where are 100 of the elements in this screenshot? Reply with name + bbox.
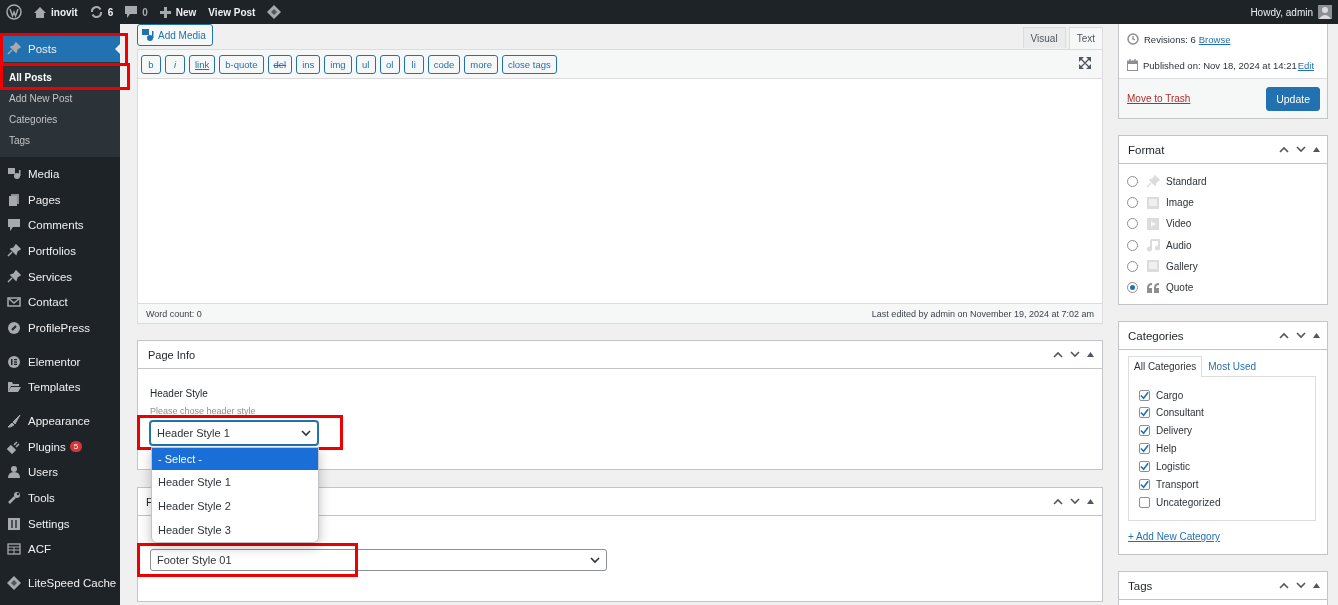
field-hint: Please chose header style bbox=[150, 406, 256, 416]
dropdown-option[interactable]: Header Style 1 bbox=[152, 470, 318, 494]
quicktag-button[interactable]: code bbox=[427, 54, 461, 74]
view-post-link[interactable]: View Post bbox=[208, 6, 256, 18]
menu-item[interactable]: Elementor bbox=[0, 348, 120, 375]
checkbox[interactable] bbox=[1139, 389, 1150, 401]
footer-style-select[interactable]: Footer Style 01 bbox=[150, 549, 607, 571]
submenu-item[interactable]: Tags bbox=[0, 130, 120, 151]
checkbox[interactable] bbox=[1139, 479, 1150, 490]
calendar-icon bbox=[1127, 59, 1138, 71]
menu-item[interactable]: Users bbox=[0, 459, 120, 486]
menu-item[interactable]: Tools bbox=[0, 485, 120, 511]
box-title: Format bbox=[1128, 143, 1165, 156]
quicktag-button[interactable]: ins bbox=[296, 54, 321, 74]
editor-tab[interactable]: Text bbox=[1068, 27, 1103, 49]
menu-item[interactable]: ProfilePress bbox=[0, 315, 120, 341]
chevron-down-icon bbox=[301, 429, 311, 437]
menu-label: Tools bbox=[28, 492, 55, 505]
diamond-icon bbox=[267, 5, 282, 19]
menu-label: Pages bbox=[28, 193, 61, 206]
triangle-up-icon bbox=[1313, 583, 1320, 589]
radio-label: Audio bbox=[1166, 239, 1192, 251]
menu-item[interactable]: Templates bbox=[0, 374, 120, 401]
last-edited-text: Last edited by admin on November 19, 2024 at 7:02 am bbox=[871, 308, 1094, 319]
menu-item[interactable]: ACF bbox=[0, 536, 120, 563]
quicktag-button[interactable]: del bbox=[267, 54, 293, 74]
box-title: Tags bbox=[1128, 579, 1153, 592]
update-button[interactable]: Update bbox=[1266, 86, 1320, 111]
menu-item[interactable]: Media bbox=[0, 161, 120, 187]
quicktag-button[interactable]: ul bbox=[355, 54, 376, 74]
quicktag-button[interactable]: link bbox=[189, 54, 216, 74]
quicktag-button[interactable]: ol bbox=[379, 54, 400, 74]
editor-tab[interactable]: Visual bbox=[1022, 27, 1066, 48]
menu-label: LiteSpeed Cache bbox=[28, 577, 117, 590]
menu-label: Portfolios bbox=[28, 244, 76, 257]
add-new-category-link[interactable]: + Add New Category bbox=[1128, 531, 1316, 543]
site-link[interactable]: inovit bbox=[51, 6, 78, 18]
dropdown-option[interactable]: Header Style 2 bbox=[152, 494, 318, 518]
menu-item[interactable]: Portfolios bbox=[0, 238, 120, 264]
triangle-up-icon bbox=[1087, 352, 1094, 357]
menu-label: Services bbox=[28, 270, 73, 283]
published-text: Published on: Nov 18, 2024 at 14:21 bbox=[1143, 59, 1297, 71]
badge-circle-icon bbox=[7, 320, 21, 335]
menu-item[interactable]: Comments bbox=[0, 212, 120, 239]
menu-item[interactable]: Posts bbox=[0, 36, 120, 62]
menu-item[interactable]: Pages bbox=[0, 186, 120, 213]
quicktag-button[interactable]: close tags bbox=[501, 54, 557, 74]
menu-item[interactable]: Settings bbox=[0, 510, 120, 537]
pin-icon bbox=[7, 269, 21, 284]
add-media-button[interactable]: Add Media bbox=[137, 24, 213, 46]
menu-item[interactable]: LiteSpeed Cache bbox=[0, 570, 120, 596]
menu-item[interactable]: Services bbox=[0, 263, 120, 290]
quicktag-button[interactable]: li bbox=[403, 54, 424, 74]
menu-item[interactable]: Appearance bbox=[0, 408, 120, 434]
count-badge: 5 bbox=[69, 441, 83, 453]
quicktag-button[interactable]: i bbox=[165, 54, 185, 74]
pin-icon bbox=[1146, 174, 1160, 189]
grid-icon bbox=[7, 542, 21, 557]
wrench-icon bbox=[7, 491, 21, 506]
edit-link[interactable]: Edit bbox=[1297, 59, 1315, 71]
submenu-item[interactable]: Add New Post bbox=[0, 88, 120, 109]
quicktag-button[interactable]: more bbox=[464, 54, 498, 74]
diamond-icon bbox=[7, 576, 21, 591]
box-title: Categories bbox=[1128, 329, 1184, 342]
chevron-down-icon bbox=[1296, 332, 1306, 340]
dropdown-option[interactable]: - Select - bbox=[152, 448, 318, 470]
video-icon bbox=[1146, 216, 1160, 231]
menu-label: Appearance bbox=[28, 415, 91, 428]
new-link[interactable]: New bbox=[175, 6, 197, 18]
field-label: Header Style bbox=[150, 388, 209, 399]
comments-count[interactable]: 0 bbox=[142, 6, 148, 18]
menu-item[interactable]: Plugins 5 bbox=[0, 433, 120, 460]
checkbox[interactable] bbox=[1139, 425, 1150, 437]
submenu-item[interactable]: Categories bbox=[0, 109, 120, 130]
greeting-link[interactable]: Howdy, admin bbox=[1250, 6, 1313, 18]
menu-label: ProfilePress bbox=[28, 321, 90, 334]
menu-item[interactable]: Contact bbox=[0, 289, 120, 316]
category-tab[interactable]: Most Used bbox=[1202, 356, 1263, 377]
folder-icon bbox=[7, 380, 21, 395]
menu-label: Posts bbox=[28, 43, 57, 55]
submenu-item[interactable]: All Posts bbox=[0, 67, 120, 88]
browse-link[interactable]: Browse bbox=[1198, 33, 1231, 45]
checkbox[interactable] bbox=[1139, 443, 1150, 455]
checkbox[interactable] bbox=[1139, 461, 1150, 473]
quicktag-button[interactable]: b bbox=[141, 54, 161, 74]
radio-label: Quote bbox=[1166, 282, 1194, 294]
chevron-up-icon bbox=[1279, 146, 1289, 153]
gallery-icon bbox=[1146, 259, 1160, 274]
quicktag-button[interactable]: b-quote bbox=[219, 54, 264, 74]
circle-e-icon bbox=[7, 354, 21, 369]
category-tab[interactable]: All Categories bbox=[1128, 356, 1203, 378]
updates-count[interactable]: 6 bbox=[107, 6, 114, 18]
dropdown-option[interactable]: Header Style 3 bbox=[152, 518, 318, 542]
checkbox[interactable] bbox=[1139, 496, 1150, 508]
pin-icon bbox=[7, 243, 21, 258]
move-to-trash-link[interactable]: Move to Trash bbox=[1127, 93, 1191, 104]
quicktag-button[interactable]: img bbox=[324, 54, 352, 74]
checkbox[interactable] bbox=[1139, 407, 1150, 419]
chevron-up-icon bbox=[1053, 351, 1063, 358]
header-style-select[interactable]: Header Style 1 bbox=[150, 421, 318, 445]
